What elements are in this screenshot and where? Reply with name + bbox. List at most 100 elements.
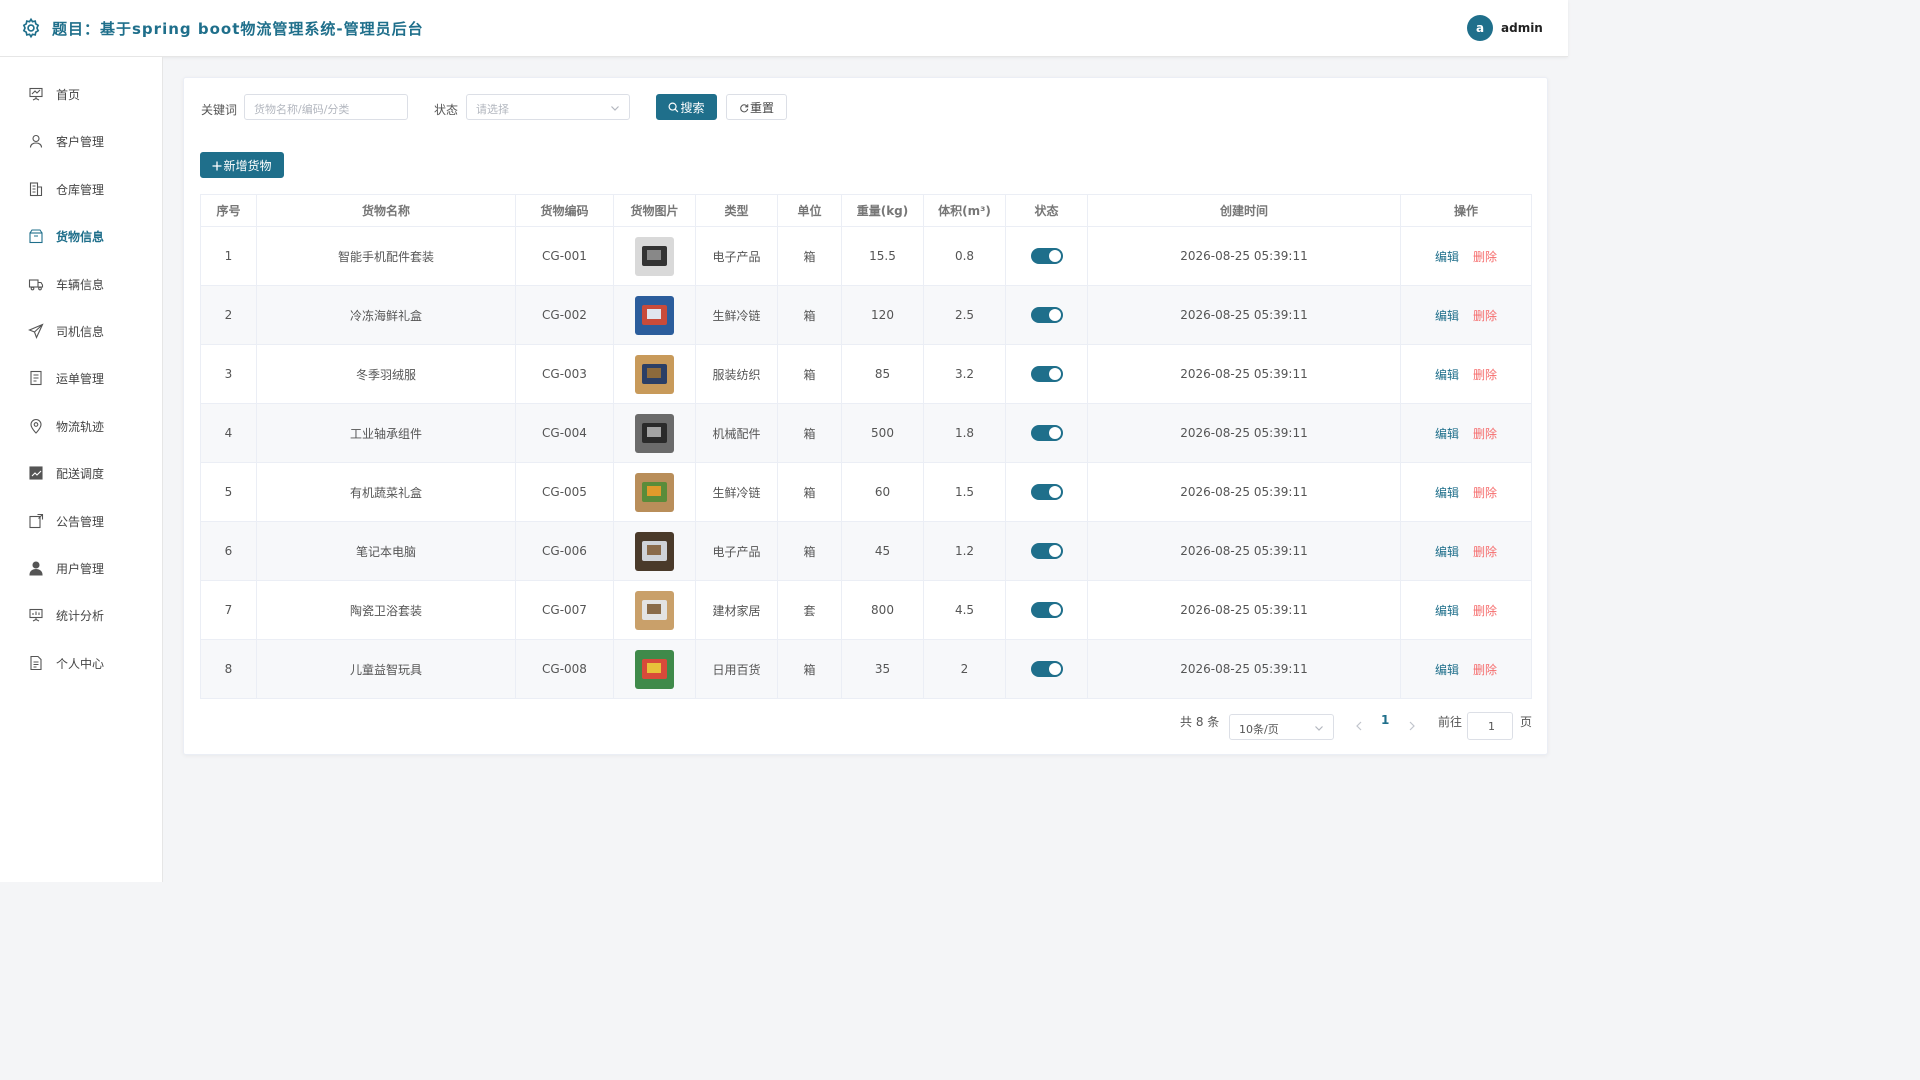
status-toggle[interactable]: [1030, 425, 1063, 441]
goods-thumbnail[interactable]: [635, 354, 674, 394]
sidebar-item[interactable]: 车辆信息: [0, 264, 162, 304]
status-select[interactable]: 请选择: [466, 94, 630, 120]
col-header-code: 货物编码: [515, 194, 614, 227]
col-header-weight: 重量(kg): [841, 194, 924, 227]
sidebar-item-label: 公告管理: [56, 514, 105, 529]
sidebar-item[interactable]: 司机信息: [0, 311, 162, 351]
delete-button[interactable]: 删除: [1473, 366, 1497, 383]
add-goods-button[interactable]: 新增货物: [200, 152, 284, 178]
sidebar-item[interactable]: 仓库管理: [0, 169, 162, 209]
edit-button[interactable]: 编辑: [1435, 366, 1459, 383]
sidebar-item[interactable]: 运单管理: [0, 358, 162, 398]
cell-actions: 编辑 删除: [1400, 521, 1532, 581]
status-toggle[interactable]: [1030, 543, 1063, 559]
thumbnail-shape: [647, 426, 661, 437]
chart-icon: [29, 466, 43, 480]
total-count: 共 8 条: [1180, 715, 1220, 729]
cell-weight: 500: [841, 403, 924, 463]
cell-actions: 编辑 删除: [1400, 580, 1532, 640]
sidebar-item[interactable]: 货物信息: [0, 216, 162, 256]
goods-thumbnail[interactable]: [635, 236, 674, 276]
delete-button[interactable]: 删除: [1473, 484, 1497, 501]
sidebar-item[interactable]: 物流轨迹: [0, 406, 162, 446]
cell-status: [1005, 462, 1088, 522]
toggle-knob: [1048, 604, 1061, 616]
sidebar-item[interactable]: 个人中心: [0, 643, 162, 683]
refresh-icon: [740, 104, 749, 113]
avatar[interactable]: a: [1467, 15, 1493, 41]
col-header-type: 类型: [695, 194, 778, 227]
edit-button[interactable]: 编辑: [1435, 661, 1459, 678]
cell-index: 5: [200, 462, 257, 522]
goto-label: 前往: [1438, 715, 1463, 729]
delete-button[interactable]: 删除: [1473, 661, 1497, 678]
status-toggle[interactable]: [1030, 602, 1063, 618]
delete-button[interactable]: 删除: [1473, 248, 1497, 265]
keyword-placeholder: 货物名称/编码/分类: [254, 103, 350, 116]
edit-button[interactable]: 编辑: [1435, 602, 1459, 619]
edit-button[interactable]: 编辑: [1435, 484, 1459, 501]
chevron-down-icon: [611, 106, 619, 111]
profile-doc-icon: [30, 655, 42, 670]
status-toggle[interactable]: [1030, 248, 1063, 264]
cell-weight: 60: [841, 462, 924, 522]
keyword-input[interactable]: 货物名称/编码/分类: [244, 94, 408, 120]
page-size-select[interactable]: 10条/页: [1229, 714, 1334, 740]
truck-icon: [28, 279, 44, 290]
goto-page-input[interactable]: 1: [1467, 712, 1513, 740]
status-toggle[interactable]: [1030, 307, 1063, 323]
table-row: 8 儿童益智玩具 CG-008 日用百货箱 35 2 2026-08-25 05:39:11…: [200, 639, 1532, 699]
cell-code: CG-002: [515, 285, 614, 345]
goods-thumbnail[interactable]: [635, 472, 674, 512]
gear-icon[interactable]: [20, 17, 42, 39]
status-toggle[interactable]: [1030, 484, 1063, 500]
goods-thumbnail[interactable]: [635, 413, 674, 453]
cell-volume: 1.2: [923, 521, 1006, 581]
search-button[interactable]: 搜索: [656, 94, 717, 120]
status-toggle[interactable]: [1030, 366, 1063, 382]
delete-button[interactable]: 删除: [1473, 602, 1497, 619]
status-placeholder: 请选择: [476, 103, 509, 116]
thumbnail-shape: [647, 485, 661, 496]
page-suffix: 页: [1520, 715, 1533, 729]
thumbnail-shape: [647, 249, 661, 260]
sidebar-item-label: 物流轨迹: [56, 419, 105, 434]
goods-thumbnail[interactable]: [635, 649, 674, 689]
edit-button[interactable]: 编辑: [1435, 248, 1459, 265]
cell-image: [613, 285, 696, 345]
edit-button[interactable]: 编辑: [1435, 425, 1459, 442]
status-toggle[interactable]: [1030, 661, 1063, 677]
sidebar-item[interactable]: 首页: [0, 74, 162, 114]
prev-page-icon[interactable]: [1355, 721, 1363, 731]
edit-button[interactable]: 编辑: [1435, 307, 1459, 324]
delete-button[interactable]: 删除: [1473, 543, 1497, 560]
cell-index: 4: [200, 403, 257, 463]
sidebar-item[interactable]: 配送调度: [0, 453, 162, 493]
cell-actions: 编辑 删除: [1400, 344, 1532, 404]
cell-status: [1005, 521, 1088, 581]
goods-thumbnail[interactable]: [635, 590, 674, 630]
cell-volume: 2: [923, 639, 1006, 699]
thumbnail-shape: [647, 603, 661, 614]
sidebar-item[interactable]: 公告管理: [0, 501, 162, 541]
username[interactable]: admin: [1501, 21, 1543, 35]
notice-icon: [29, 513, 44, 528]
edit-button[interactable]: 编辑: [1435, 543, 1459, 560]
current-page[interactable]: 1: [1381, 713, 1389, 727]
person-icon: [29, 561, 43, 576]
delete-button[interactable]: 删除: [1473, 425, 1497, 442]
cell-unit: 箱: [777, 462, 842, 522]
goods-thumbnail[interactable]: [635, 295, 674, 335]
cell-status: [1005, 285, 1088, 345]
cell-weight: 45: [841, 521, 924, 581]
sidebar: 首页客户管理仓库管理货物信息车辆信息司机信息运单管理物流轨迹配送调度公告管理用户…: [0, 57, 163, 882]
sidebar-item[interactable]: 用户管理: [0, 548, 162, 588]
sidebar-item[interactable]: 统计分析: [0, 595, 162, 635]
reset-button[interactable]: 重置: [726, 94, 787, 120]
cell-type: 电子产品: [695, 521, 778, 581]
delete-button[interactable]: 删除: [1473, 307, 1497, 324]
goods-thumbnail[interactable]: [635, 531, 674, 571]
cell-created: 2026-08-25 05:39:11: [1087, 521, 1401, 581]
sidebar-item[interactable]: 客户管理: [0, 121, 162, 161]
next-page-icon[interactable]: [1408, 721, 1416, 731]
